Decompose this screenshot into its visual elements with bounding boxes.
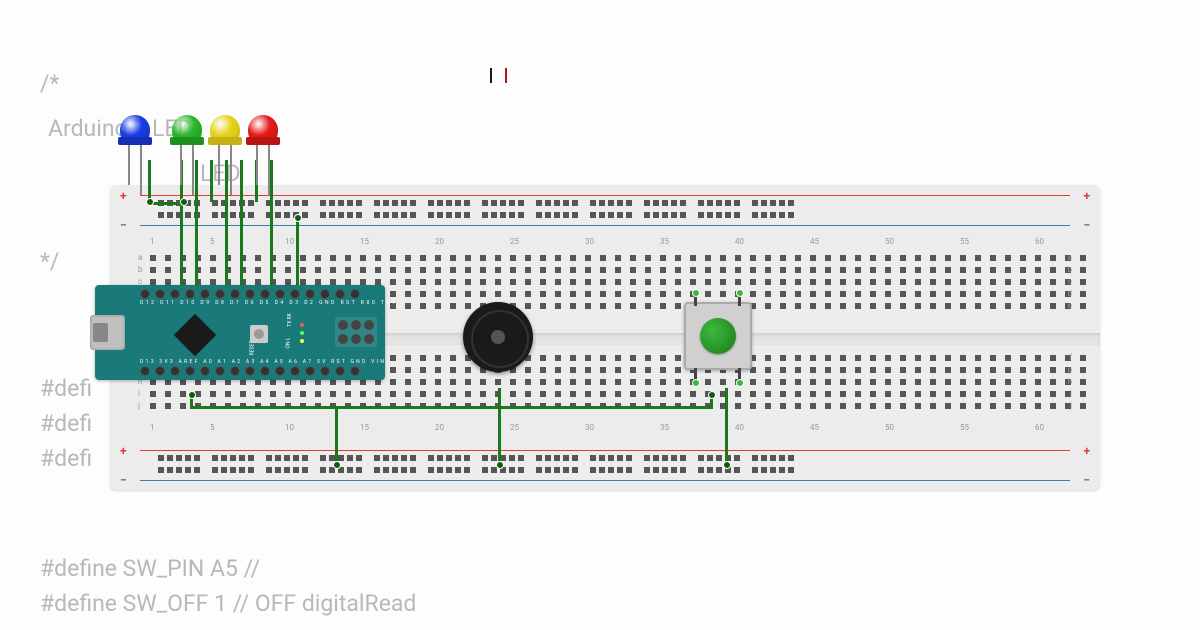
rail-plus: + bbox=[1083, 444, 1090, 458]
rail-minus: − bbox=[1083, 218, 1090, 232]
led-yellow bbox=[210, 115, 240, 155]
led-green bbox=[172, 115, 202, 155]
wire bbox=[270, 160, 273, 298]
on-label: ON L bbox=[285, 338, 291, 349]
buzzer bbox=[463, 302, 533, 372]
wire bbox=[195, 160, 198, 298]
led-red bbox=[248, 115, 278, 155]
code-line: #define SW_OFF 1 // OFF digitalRead bbox=[40, 590, 416, 617]
wire bbox=[240, 160, 243, 298]
wire bbox=[725, 388, 728, 464]
code-line: */ bbox=[40, 248, 59, 275]
buzzer-pin bbox=[490, 68, 492, 83]
isp-header bbox=[335, 317, 377, 347]
code-line: /* bbox=[40, 70, 59, 97]
pushbutton[interactable] bbox=[684, 302, 752, 370]
rail-plus: + bbox=[120, 444, 127, 458]
usb-port bbox=[90, 315, 125, 350]
rail-plus: + bbox=[120, 189, 127, 203]
wire bbox=[148, 160, 151, 202]
code-line: LED bbox=[200, 160, 241, 187]
code-line: #defi bbox=[40, 375, 92, 402]
txrx-label: TX RX bbox=[287, 313, 293, 327]
wire bbox=[225, 160, 228, 298]
reset-label: RESET bbox=[249, 341, 255, 356]
rail-minus: − bbox=[1083, 473, 1090, 487]
wire bbox=[498, 388, 501, 464]
wire bbox=[335, 406, 338, 464]
pin-labels-bottom: D13 3V3 AREF A0 A1 A2 A3 A4 A5 A6 A7 5V … bbox=[140, 359, 386, 365]
arduino-nano: D12 D11 D10 D9 D8 D7 D6 D5 D4 D3 D2 GND … bbox=[95, 285, 385, 380]
code-line: #define SW_PIN A5 // bbox=[40, 555, 260, 582]
code-line: #defi bbox=[40, 445, 92, 472]
buzzer-pin bbox=[505, 68, 507, 83]
mcu-chip bbox=[174, 314, 216, 356]
led-blue bbox=[120, 115, 150, 155]
pin-labels-top: D12 D11 D10 D9 D8 D7 D6 D5 D4 D3 D2 GND … bbox=[140, 300, 397, 306]
code-line: #defi bbox=[40, 410, 92, 437]
rail-minus: − bbox=[120, 473, 127, 487]
wire bbox=[210, 160, 213, 202]
rail-minus: − bbox=[120, 218, 127, 232]
wire bbox=[190, 406, 713, 409]
rail-plus: + bbox=[1083, 189, 1090, 203]
